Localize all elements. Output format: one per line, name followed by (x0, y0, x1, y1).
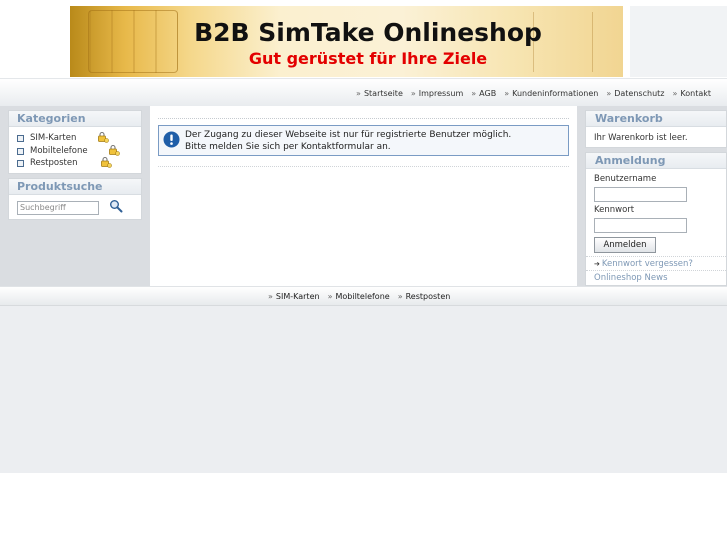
left-sidebar: Kategorien SIM-Karten Mobiltelefone Rest… (0, 106, 150, 286)
bullet-icon (17, 147, 24, 155)
password-label: Kennwort (594, 205, 635, 215)
search-icon[interactable] (109, 199, 123, 213)
notice-text-line1: Der Zugang zu dieser Webseite ist nur fü… (185, 130, 512, 140)
info-icon (163, 131, 180, 148)
password-field[interactable] (594, 218, 687, 233)
arrow-right-icon: ➔ (594, 260, 600, 268)
nav-link-datenschutz[interactable]: » Datenschutz (606, 89, 664, 98)
username-label: Benutzername (594, 174, 657, 184)
search-input[interactable]: Suchbegriff (17, 201, 99, 215)
header-right-panel (630, 6, 727, 77)
onlineshop-news-link[interactable]: Onlineshop News (594, 273, 668, 283)
lock-icon (98, 131, 109, 143)
nav-link-kundeninformationen[interactable]: » Kundeninformationen (504, 89, 598, 98)
product-search-title: Produktsuche (9, 179, 141, 195)
top-navigation: » Startseite » Impressum » AGB » Kundeninfor… (0, 78, 727, 106)
login-button[interactable]: Anmelden (594, 237, 656, 253)
login-title: Anmeldung (586, 153, 726, 169)
category-item-sim-karten[interactable]: SIM-Karten (17, 132, 76, 144)
site-subtitle: Gut gerüstet für Ihre Ziele (248, 49, 488, 68)
lock-icon (109, 144, 120, 156)
forgot-password-link[interactable]: ➔ Kennwort vergessen? (594, 259, 693, 269)
main-content: Der Zugang zu dieser Webseite ist nur fü… (150, 106, 577, 286)
bottom-navigation: » SIM-Karten » Mobiltelefone » Restposten (0, 286, 727, 306)
bullet-icon (17, 159, 24, 167)
divider (158, 166, 569, 167)
notice-text-line2: Bitte melden Sie sich per Kontaktformula… (185, 142, 391, 152)
nav-link-startseite[interactable]: » Startseite (356, 89, 403, 98)
nav-link-kontakt[interactable]: » Kontakt (672, 89, 711, 98)
news-row: Onlineshop News (586, 270, 727, 285)
categories-box: Kategorien SIM-Karten Mobiltelefone Rest… (8, 110, 142, 174)
cart-title[interactable]: Warenkorb (586, 111, 726, 127)
cart-status-text: Ihr Warenkorb ist leer. (594, 133, 688, 143)
bottom-nav-link-mobiltelefone[interactable]: » Mobiltelefone (328, 292, 390, 301)
nav-link-agb[interactable]: » AGB (471, 89, 496, 98)
nav-link-impressum[interactable]: » Impressum (411, 89, 463, 98)
forgot-password-row: ➔ Kennwort vergessen? (586, 256, 727, 269)
footer-area (0, 306, 727, 473)
bottom-nav-link-sim-karten[interactable]: » SIM-Karten (268, 292, 320, 301)
categories-title: Kategorien (9, 111, 141, 127)
sim-chip-graphic (88, 10, 178, 73)
product-search-box: Produktsuche Suchbegriff (8, 178, 142, 220)
bottom-nav-link-restposten[interactable]: » Restposten (398, 292, 451, 301)
category-item-restposten[interactable]: Restposten (17, 157, 78, 169)
bullet-icon (17, 134, 24, 142)
header-banner: B2B SimTake Onlineshop Gut gerüstet für … (70, 6, 623, 77)
username-field[interactable] (594, 187, 687, 202)
right-sidebar: Warenkorb Ihr Warenkorb ist leer. Anmeld… (577, 106, 727, 286)
lock-icon (101, 156, 112, 168)
divider (158, 118, 569, 119)
site-title: B2B SimTake Onlineshop (194, 18, 542, 47)
category-item-mobiltelefone[interactable]: Mobiltelefone (17, 145, 88, 157)
login-box: Anmeldung Benutzername Kennwort Anmelden… (585, 152, 727, 286)
access-notice: Der Zugang zu dieser Webseite ist nur fü… (158, 125, 569, 156)
cart-box: Warenkorb Ihr Warenkorb ist leer. (585, 110, 727, 148)
header: B2B SimTake Onlineshop Gut gerüstet für … (0, 0, 727, 78)
